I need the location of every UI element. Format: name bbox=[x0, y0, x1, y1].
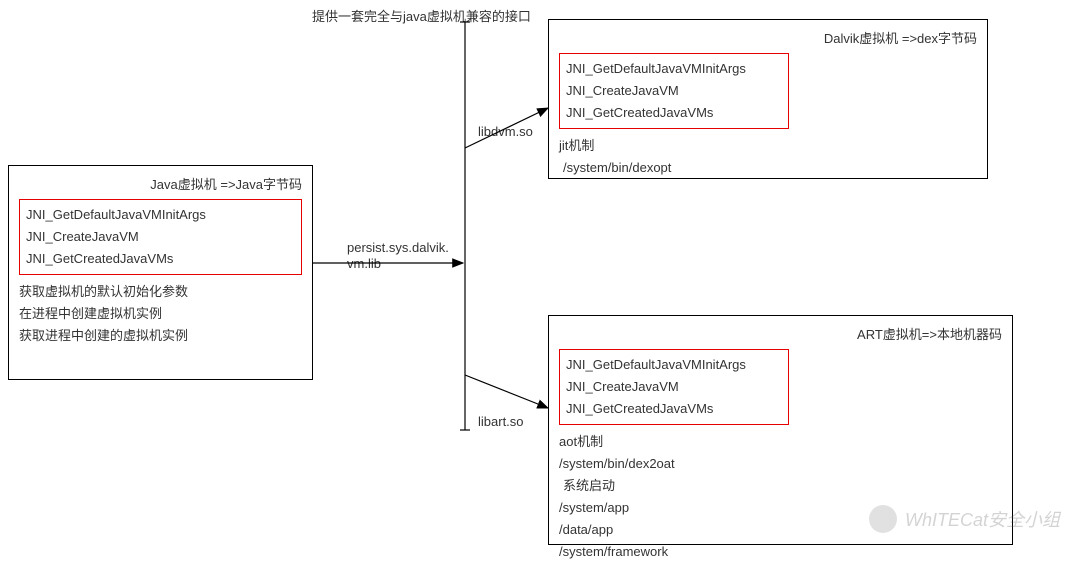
jni-fn: JNI_GetDefaultJavaVMInitArgs bbox=[26, 204, 295, 226]
java-vm-jni-block: JNI_GetDefaultJavaVMInitArgs JNI_CreateJ… bbox=[19, 199, 302, 275]
art-vm-box: ART虚拟机=>本地机器码 JNI_GetDefaultJavaVMInitAr… bbox=[548, 315, 1013, 545]
libart-label: libart.so bbox=[478, 414, 524, 430]
jni-fn: JNI_CreateJavaVM bbox=[566, 376, 782, 398]
jni-fn: JNI_GetCreatedJavaVMs bbox=[566, 398, 782, 420]
art-extra: /system/bin/dex2oat bbox=[559, 453, 1002, 475]
dalvik-extra: /system/bin/dexopt bbox=[559, 157, 977, 179]
desc-line: 获取进程中创建的虚拟机实例 bbox=[19, 325, 302, 347]
art-extra: /system/framework bbox=[559, 541, 1002, 563]
persist-sys-label: persist.sys.dalvik. vm.lib bbox=[347, 240, 449, 272]
dalvik-extra: jit机制 bbox=[559, 135, 977, 157]
libdvm-label: libdvm.so bbox=[478, 124, 533, 140]
art-extra: /data/app bbox=[559, 519, 1002, 541]
art-extra: aot机制 bbox=[559, 431, 1002, 453]
desc-line: 获取虚拟机的默认初始化参数 bbox=[19, 281, 302, 303]
java-vm-box: Java虚拟机 =>Java字节码 JNI_GetDefaultJavaVMIn… bbox=[8, 165, 313, 380]
heading-interface-compat: 提供一套完全与java虚拟机兼容的接口 bbox=[312, 6, 531, 25]
jni-fn: JNI_GetDefaultJavaVMInitArgs bbox=[566, 58, 782, 80]
art-extra: 系统启动 bbox=[559, 475, 1002, 497]
dalvik-vm-title: Dalvik虚拟机 =>dex字节码 bbox=[559, 28, 977, 47]
jni-fn: JNI_GetDefaultJavaVMInitArgs bbox=[566, 354, 782, 376]
jni-fn: JNI_GetCreatedJavaVMs bbox=[26, 248, 295, 270]
art-vm-title: ART虚拟机=>本地机器码 bbox=[559, 324, 1002, 343]
desc-line: 在进程中创建虚拟机实例 bbox=[19, 303, 302, 325]
java-vm-title: Java虚拟机 =>Java字节码 bbox=[19, 174, 302, 193]
jni-fn: JNI_CreateJavaVM bbox=[26, 226, 295, 248]
jni-fn: JNI_CreateJavaVM bbox=[566, 80, 782, 102]
art-jni-block: JNI_GetDefaultJavaVMInitArgs JNI_CreateJ… bbox=[559, 349, 789, 425]
dalvik-jni-block: JNI_GetDefaultJavaVMInitArgs JNI_CreateJ… bbox=[559, 53, 789, 129]
jni-fn: JNI_GetCreatedJavaVMs bbox=[566, 102, 782, 124]
art-extra: /system/app bbox=[559, 497, 1002, 519]
dalvik-vm-box: Dalvik虚拟机 =>dex字节码 JNI_GetDefaultJavaVMI… bbox=[548, 19, 988, 179]
